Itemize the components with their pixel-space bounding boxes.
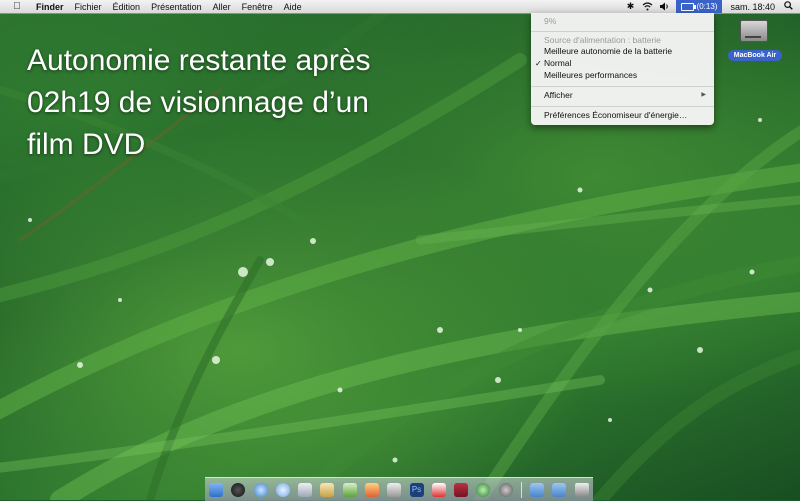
hard-drive-icon [740,20,768,42]
system-preferences-icon[interactable] [498,482,513,497]
apple-icon[interactable]:  [10,1,24,12]
option-label: Meilleure autonomie de la batterie [544,46,673,56]
checkmark-icon: ✓ [535,59,542,68]
wifi-icon[interactable] [641,0,655,13]
spotlight-search-icon[interactable] [784,1,793,12]
menu-finder[interactable]: Finder [36,2,64,12]
mail-icon[interactable] [298,482,313,497]
menu-presentation[interactable]: Présentation [151,2,202,12]
menu-aller[interactable]: Aller [213,2,231,12]
afficher-label: Afficher [544,90,573,100]
dock: Ps [205,477,593,501]
iphoto-icon[interactable] [364,482,379,497]
caption-line: film DVD [27,128,146,161]
finder-icon[interactable] [209,482,224,497]
menu-clock[interactable]: sam. 18:40 [730,2,775,12]
battery-percent-row: 9% [531,16,714,27]
ical-icon[interactable] [387,482,402,497]
battery-time: (0:13) [696,2,718,11]
applications-folder-icon[interactable] [530,482,545,497]
time-machine-icon[interactable] [476,482,491,497]
menu-edition[interactable]: Édition [113,2,141,12]
calendar-icon[interactable] [431,482,446,497]
dock-separator [520,481,522,498]
bluetooth-icon[interactable]: ✱ [624,0,638,13]
ichat-icon[interactable] [275,482,290,497]
safari-icon[interactable] [253,482,268,497]
menu-item-afficher[interactable]: Afficher ▶ [531,90,714,101]
battery-icon [680,2,696,11]
volume-icon[interactable] [658,0,672,13]
option-best-battery[interactable]: Meilleure autonomie de la batterie [531,46,714,57]
dashboard-icon[interactable] [231,482,246,497]
option-normal[interactable]: ✓ Normal [531,58,714,69]
menu-separator [531,106,714,107]
option-label: Normal [544,58,572,68]
option-best-performance[interactable]: Meilleures performances [531,70,714,81]
menu-fenetre[interactable]: Fenêtre [242,2,273,12]
disk-label: MacBook Air [728,50,782,61]
power-source-row: Source d'alimentation : batterie [531,35,714,46]
menu-fichier[interactable]: Fichier [75,2,102,12]
battery-menu: 9% Source d'alimentation : batterie Meil… [531,13,714,125]
menu-separator [531,31,714,32]
itunes-icon[interactable] [342,482,357,497]
caption-line: Autonomie restante après [27,44,371,77]
menu-bar:  Finder Fichier Édition Présentation Al… [0,0,800,14]
menu-extras: ✱ (0:13) sam. 18:40 [621,0,800,13]
documents-folder-icon[interactable] [552,482,567,497]
menu-item-preferences[interactable]: Préférences Économiseur d'énergie… [531,110,714,121]
menu-aide[interactable]: Aide [284,2,302,12]
preview-icon[interactable] [320,482,335,497]
option-label: Meilleures performances [544,70,638,80]
trash-icon[interactable] [574,482,589,497]
desktop-disk-macbook-air[interactable]: MacBook Air [728,20,782,64]
power-source-label: Source d'alimentation : batterie [544,35,661,45]
menu-separator [531,86,714,87]
photoshop-icon[interactable]: Ps [409,482,424,497]
preferences-label: Préférences Économiseur d'énergie… [544,110,688,120]
battery-status-item[interactable]: (0:13) [675,0,723,13]
photo-booth-icon[interactable] [454,482,469,497]
overlay-caption: Autonomie restante après 02h19 de vision… [27,40,447,166]
battery-percent: 9% [544,16,557,26]
caption-line: 02h19 de visionnage d’un [27,86,369,119]
submenu-arrow-icon: ▶ [701,92,706,98]
